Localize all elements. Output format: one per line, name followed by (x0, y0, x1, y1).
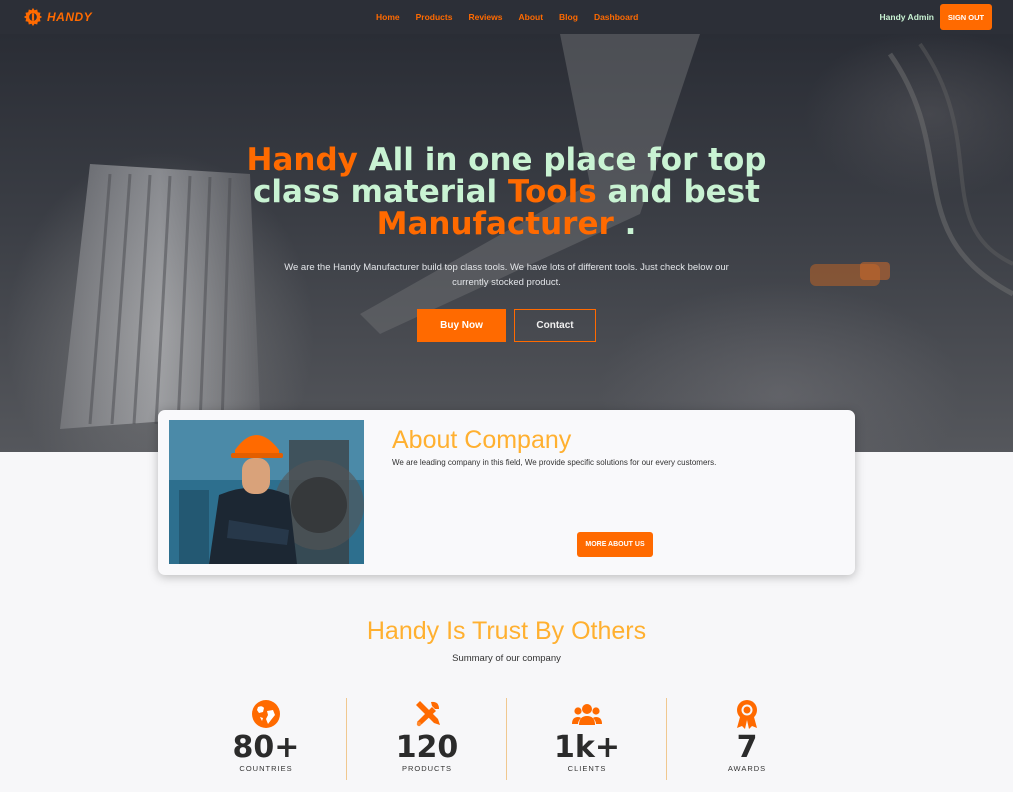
nav-link-home[interactable]: Home (376, 12, 400, 22)
about-description: We are leading company in this field, We… (392, 458, 717, 467)
stat-label: CLIENTS (567, 764, 607, 773)
hero-section: Handy All in one place for top class mat… (0, 34, 1013, 452)
hero-background-image (60, 34, 1013, 429)
stat-value: 1k+ (554, 730, 620, 765)
hero-title-highlight-manufacturer: Manufacturer (376, 206, 614, 242)
nav-links: Home Products Reviews About Blog Dashboa… (376, 0, 638, 34)
stat-label: PRODUCTS (401, 764, 453, 773)
sign-out-button[interactable]: SIGN OUT (940, 4, 992, 30)
stat-label: COUNTRIES (239, 764, 293, 773)
nav-link-reviews[interactable]: Reviews (468, 12, 502, 22)
stat-label: AWARDS (727, 764, 767, 773)
stat-clients: 1k+ CLIENTS (506, 698, 666, 780)
hero-title-part: and best (596, 174, 760, 210)
nav-link-dashboard[interactable]: Dashboard (594, 12, 638, 22)
stat-products: 120 PRODUCTS (346, 698, 506, 780)
stat-awards: 7 AWARDS (666, 698, 826, 780)
logo[interactable]: HANDY (22, 6, 92, 28)
stat-countries: 80+ COUNTRIES (186, 698, 346, 780)
award-icon (737, 700, 757, 729)
hero-title-highlight-tools: Tools (507, 174, 597, 210)
about-title: About Company (392, 426, 572, 454)
hero-subtitle: We are the Handy Manufacturer build top … (284, 262, 729, 288)
more-about-us-button[interactable]: MORE ABOUT US (577, 532, 653, 557)
nav-link-products[interactable]: Products (416, 12, 453, 22)
gear-logo-icon (23, 7, 43, 27)
about-company-card: About Company We are leading company in … (158, 410, 855, 575)
worker-photo (169, 420, 364, 564)
stat-value: 7 (736, 730, 758, 765)
contact-button[interactable]: Contact (514, 309, 596, 342)
stat-value: 120 (395, 730, 459, 765)
hero-title: Handy All in one place for top class mat… (0, 144, 1013, 240)
hero-title-part: . (613, 206, 637, 242)
globe-icon (252, 700, 280, 728)
buy-now-button[interactable]: Buy Now (417, 309, 506, 342)
hero-title-part: All in one place for top (357, 142, 767, 178)
logo-text: HANDY (47, 10, 93, 24)
stat-value: 80+ (232, 730, 300, 765)
nav-username: Handy Admin (879, 12, 934, 22)
stats-row: 80+ COUNTRIES 120 PRODUCTS 1k+ CLIENTS 7… (186, 698, 826, 780)
users-icon (572, 704, 602, 725)
trust-title: Handy Is Trust By Others (366, 617, 647, 645)
hero-title-brand: Handy (246, 142, 358, 178)
navbar: HANDY Home Products Reviews About Blog D… (0, 0, 1013, 34)
trust-subtitle: Summary of our company (452, 653, 561, 664)
hero-title-part: class material (253, 174, 508, 210)
nav-link-blog[interactable]: Blog (559, 12, 578, 22)
tools-icon (416, 701, 440, 727)
nav-link-about[interactable]: About (519, 12, 544, 22)
